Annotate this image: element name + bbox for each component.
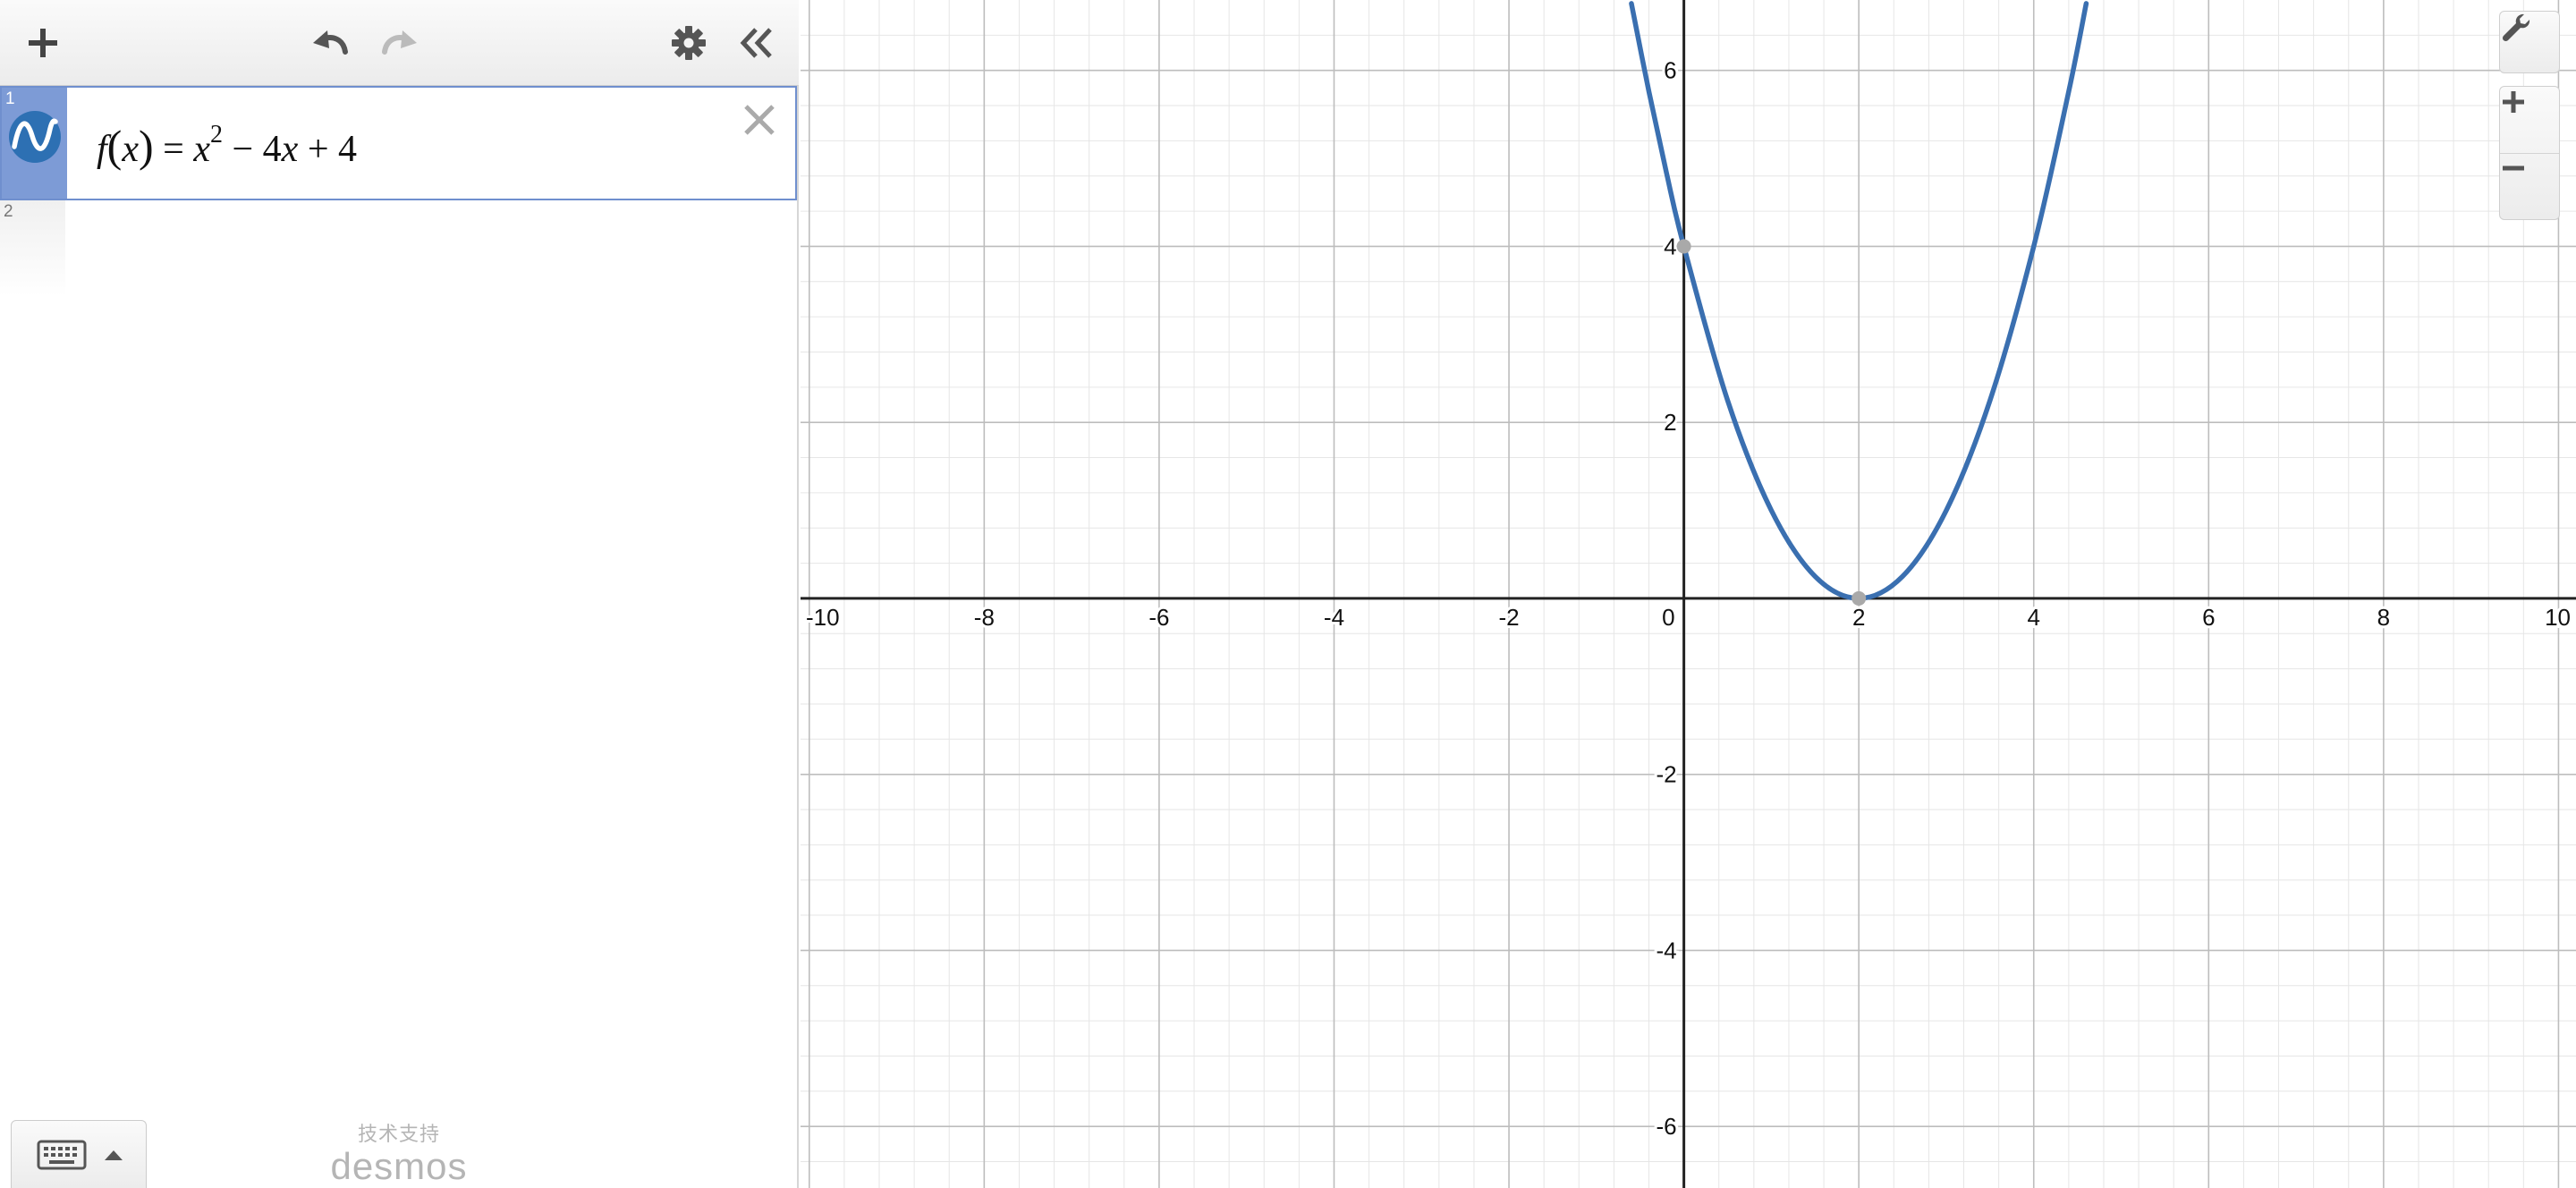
double-chevron-left-icon <box>740 28 772 58</box>
expression-panel: 1 f(x) = x2 − 4x + 4 2 技术支持 desmos <box>0 0 799 1188</box>
plus-sign: + <box>307 129 329 170</box>
zoom-out-button[interactable] <box>2500 155 2559 217</box>
settings-button[interactable] <box>662 16 716 70</box>
y-tick-label: -4 <box>1656 937 1676 963</box>
point-of-interest <box>1676 239 1691 254</box>
x-tick-label: 0 <box>1662 604 1674 631</box>
x-tick-label: 10 <box>2545 604 2571 631</box>
expression-item[interactable]: 1 f(x) = x2 − 4x + 4 <box>0 86 797 200</box>
expression-tab[interactable]: 1 <box>2 88 67 199</box>
x-tick-label: -10 <box>806 604 840 631</box>
x-tick-label: -8 <box>974 604 995 631</box>
function-name: f <box>97 129 107 170</box>
point-of-interest <box>1852 590 1867 606</box>
power-base: x <box>193 129 210 170</box>
minus-sign: − <box>232 129 254 170</box>
x-tick-label: -6 <box>1148 604 1169 631</box>
zoom-in-button[interactable] <box>2500 89 2559 151</box>
graph-canvas[interactable]: -10 -8 -6 -4 -2 0 2 4 6 8 10 6 4 2 -2 -4 -6 <box>801 0 2576 1188</box>
y-tick-label: 4 <box>1664 233 1676 259</box>
open-paren: ( <box>106 121 123 171</box>
keypad-toggle-button[interactable] <box>11 1120 147 1188</box>
gear-icon <box>672 26 706 60</box>
wrench-icon <box>2502 13 2530 42</box>
graph-settings-box <box>2499 11 2560 73</box>
empty-expression-item[interactable]: 2 <box>0 200 797 297</box>
linear-variable: x <box>281 129 299 170</box>
x-tick-label: 8 <box>2377 604 2390 631</box>
collapse-panel-button[interactable] <box>730 16 784 70</box>
x-tick-label: 4 <box>2028 604 2040 631</box>
delete-expression-button[interactable] <box>738 98 781 141</box>
zoom-controls <box>2499 86 2560 220</box>
exponent: 2 <box>209 121 223 148</box>
y-tick-label: 2 <box>1664 409 1676 436</box>
x-tick-label: -2 <box>1498 604 1519 631</box>
plus-icon <box>2503 91 2524 113</box>
minus-icon <box>2503 165 2524 171</box>
undo-icon <box>313 30 348 55</box>
redo-icon <box>382 30 417 55</box>
undo-button[interactable] <box>304 16 358 70</box>
y-tick-label: -2 <box>1656 761 1676 788</box>
expression-list: 1 f(x) = x2 − 4x + 4 2 <box>0 86 797 297</box>
y-tick-label: -6 <box>1656 1113 1676 1140</box>
constant-term: 4 <box>338 129 358 170</box>
caret-up-icon <box>105 1150 123 1160</box>
graph-settings-button[interactable] <box>2500 12 2559 74</box>
plus-icon <box>29 29 57 57</box>
x-tick-label: 6 <box>2202 604 2215 631</box>
variable: x <box>122 129 139 170</box>
close-paren: ) <box>138 121 154 171</box>
powered-by-desmos[interactable]: 技术支持 desmos <box>327 1118 470 1187</box>
add-item-button[interactable] <box>16 16 70 70</box>
graph-wave-icon[interactable] <box>7 109 63 165</box>
equals-sign: = <box>163 129 184 170</box>
major-gridlines <box>801 0 2576 1188</box>
expression-index: 2 <box>4 202 13 221</box>
keyboard-icon <box>37 1140 87 1169</box>
y-tick-label: 6 <box>1664 57 1676 84</box>
zoom-divider <box>2500 153 2559 154</box>
desmos-logo: desmos <box>330 1145 468 1187</box>
powered-by-text: 技术支持 <box>357 1123 440 1145</box>
minor-gridlines <box>801 0 2576 1188</box>
coefficient: 4 <box>262 129 282 170</box>
expression-math[interactable]: f(x) = x2 − 4x + 4 <box>97 120 357 172</box>
expression-index: 1 <box>5 89 15 108</box>
redo-button[interactable] <box>372 16 426 70</box>
x-tick-label: 2 <box>1852 604 1865 631</box>
expression-tab[interactable]: 2 <box>0 200 65 297</box>
desmos-calculator: 1 f(x) = x2 − 4x + 4 2 技术支持 desmos -10 -… <box>0 0 2576 1188</box>
expression-toolbar <box>0 0 799 86</box>
axes <box>801 0 2576 1188</box>
graph-paper[interactable]: -10 -8 -6 -4 -2 0 2 4 6 8 10 6 4 2 -2 -4 -6 <box>801 0 2576 1188</box>
x-tick-label: -4 <box>1324 604 1344 631</box>
close-icon <box>744 105 775 135</box>
